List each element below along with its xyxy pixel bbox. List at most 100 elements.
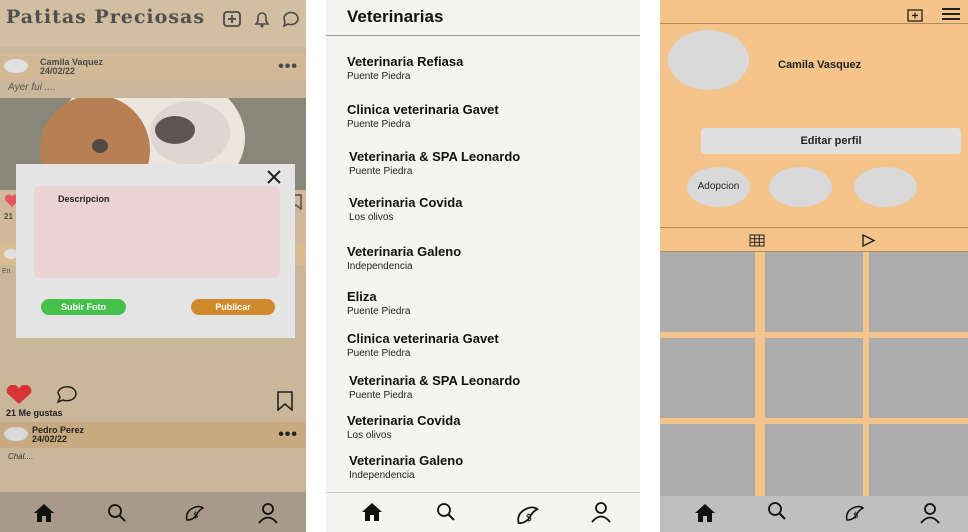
vet-icon[interactable]: $ bbox=[183, 502, 207, 524]
highlight-adopcion[interactable]: Adopcion bbox=[687, 167, 750, 207]
vet-icon[interactable]: $ bbox=[514, 501, 542, 529]
vet-name: Clinica veterinaria Gavet bbox=[347, 102, 499, 117]
search-icon[interactable] bbox=[105, 502, 129, 524]
more-options-icon[interactable]: ••• bbox=[278, 426, 298, 444]
vets-header: Veterinarias bbox=[326, 0, 640, 36]
list-item[interactable]: Veterinaria Galeno Independencia bbox=[347, 244, 461, 272]
svg-text:$: $ bbox=[526, 512, 533, 524]
post-caption: Chal.... bbox=[8, 452, 34, 461]
description-textarea[interactable]: Descripcion bbox=[34, 186, 280, 278]
bottom-nav: $ bbox=[660, 496, 968, 532]
vet-name: Veterinaria Refiasa bbox=[347, 54, 464, 69]
vet-name: Veterinaria Covida bbox=[349, 195, 463, 210]
vet-name: Clinica veterinaria Gavet bbox=[347, 331, 499, 346]
post-caption-partial: En bbox=[2, 268, 11, 275]
edit-profile-button[interactable]: Editar perfil bbox=[701, 128, 961, 154]
app-title: Patitas Preciosas bbox=[6, 6, 206, 28]
add-post-icon[interactable] bbox=[907, 9, 923, 22]
search-icon[interactable] bbox=[765, 500, 789, 522]
list-item[interactable]: Veterinaria & SPA Leonardo Puente Piedra bbox=[349, 149, 520, 177]
post-caption: Ayer fui .... bbox=[8, 82, 56, 93]
post-actions: 21 Me gustas bbox=[0, 382, 306, 422]
list-item[interactable]: Veterinaria & SPA Leonardo Puente Piedra bbox=[349, 373, 520, 401]
bookmark-icon[interactable] bbox=[276, 391, 294, 411]
list-item[interactable]: Veterinaria Covida Los olivos bbox=[347, 413, 460, 441]
vet-location: Los olivos bbox=[347, 430, 392, 441]
add-post-icon[interactable] bbox=[222, 10, 242, 28]
vet-name: Veterinaria Galeno bbox=[349, 453, 464, 468]
grid-photo[interactable] bbox=[765, 338, 863, 418]
grid-photo[interactable] bbox=[765, 252, 863, 332]
grid-photo[interactable] bbox=[765, 424, 863, 496]
photo-grid bbox=[660, 252, 968, 496]
profile-topbar bbox=[660, 0, 968, 24]
vet-location: Puente Piedra bbox=[349, 166, 413, 177]
description-label: Descripcion bbox=[58, 194, 110, 204]
profile-tabs bbox=[660, 227, 968, 252]
profile-avatar[interactable] bbox=[668, 30, 749, 90]
list-item[interactable]: Veterinaria Galeno Independencia bbox=[349, 453, 463, 481]
vet-location: Puente Piedra bbox=[347, 348, 411, 359]
home-icon[interactable] bbox=[360, 501, 384, 523]
avatar[interactable] bbox=[4, 59, 28, 73]
user-icon[interactable] bbox=[589, 501, 613, 523]
search-icon[interactable] bbox=[434, 501, 458, 523]
avatar[interactable] bbox=[4, 427, 28, 441]
profile-name: Camila Vasquez bbox=[778, 59, 862, 71]
list-item[interactable]: Veterinaria Refiasa Puente Piedra bbox=[347, 54, 463, 82]
bottom-nav: $ bbox=[0, 492, 306, 532]
highlight-item[interactable] bbox=[854, 167, 917, 207]
bell-icon[interactable] bbox=[252, 10, 272, 28]
svg-text:$: $ bbox=[193, 511, 199, 521]
home-icon[interactable] bbox=[693, 502, 717, 524]
vet-location: Independencia bbox=[349, 470, 415, 481]
heart-icon[interactable] bbox=[4, 385, 34, 405]
vet-location: Puente Piedra bbox=[347, 306, 411, 317]
publish-button[interactable]: Publicar bbox=[191, 299, 275, 315]
grid-photo[interactable] bbox=[869, 338, 968, 418]
grid-icon[interactable] bbox=[749, 234, 765, 247]
post-header: Camila Vaquez 24/02/22 ••• bbox=[0, 54, 306, 80]
grid-photo[interactable] bbox=[869, 424, 968, 496]
post-date: 24/02/22 bbox=[32, 434, 68, 444]
comment-icon[interactable] bbox=[55, 384, 79, 404]
list-item[interactable]: Veterinaria Covida Los olivos bbox=[349, 195, 462, 223]
grid-photo[interactable] bbox=[660, 424, 755, 496]
upload-photo-button[interactable]: Subir Foto bbox=[41, 299, 126, 315]
vet-name: Veterinaria Galeno bbox=[347, 244, 462, 259]
vet-location: Los olivos bbox=[349, 212, 394, 223]
menu-icon[interactable] bbox=[942, 8, 960, 20]
more-options-icon[interactable]: ••• bbox=[278, 58, 298, 76]
new-post-modal: Descripcion Subir Foto Publicar bbox=[16, 164, 295, 338]
bottom-nav: $ bbox=[326, 492, 640, 532]
likes-count: 21 Me gustas bbox=[6, 408, 63, 418]
list-item[interactable]: Clinica veterinaria Gavet Puente Piedra bbox=[347, 102, 499, 130]
post-header: Pedro Perez 24/02/22 ••• bbox=[0, 422, 306, 448]
list-item[interactable]: Eliza Puente Piedra bbox=[347, 289, 410, 317]
vet-location: Puente Piedra bbox=[347, 119, 411, 130]
vet-name: Veterinaria & SPA Leonardo bbox=[349, 149, 521, 164]
chat-icon[interactable] bbox=[281, 10, 301, 28]
vet-location: Puente Piedra bbox=[349, 390, 413, 401]
play-icon[interactable] bbox=[861, 234, 876, 247]
user-icon[interactable] bbox=[918, 502, 942, 524]
vets-screen: Veterinarias Veterinaria Refiasa Puente … bbox=[326, 0, 640, 532]
home-icon[interactable] bbox=[32, 502, 56, 524]
list-item[interactable]: Clinica veterinaria Gavet Puente Piedra bbox=[347, 331, 499, 359]
close-icon[interactable] bbox=[265, 168, 283, 186]
feed-header: Patitas Preciosas bbox=[0, 0, 306, 46]
profile-screen: Camila Vasquez Editar perfil Adopcion $ bbox=[660, 0, 968, 532]
vet-name: Eliza bbox=[347, 289, 377, 304]
user-icon[interactable] bbox=[256, 502, 280, 524]
vet-icon[interactable]: $ bbox=[843, 502, 867, 524]
vet-name: Veterinaria Covida bbox=[347, 413, 461, 428]
grid-photo[interactable] bbox=[660, 252, 755, 332]
vet-name: Veterinaria & SPA Leonardo bbox=[349, 373, 521, 388]
page-title: Veterinarias bbox=[347, 7, 444, 26]
like-count: 21 bbox=[4, 212, 13, 221]
grid-photo[interactable] bbox=[869, 252, 968, 332]
grid-photo[interactable] bbox=[660, 338, 755, 418]
highlight-item[interactable] bbox=[769, 167, 832, 207]
vet-location: Puente Piedra bbox=[347, 71, 411, 82]
vet-location: Independencia bbox=[347, 261, 413, 272]
